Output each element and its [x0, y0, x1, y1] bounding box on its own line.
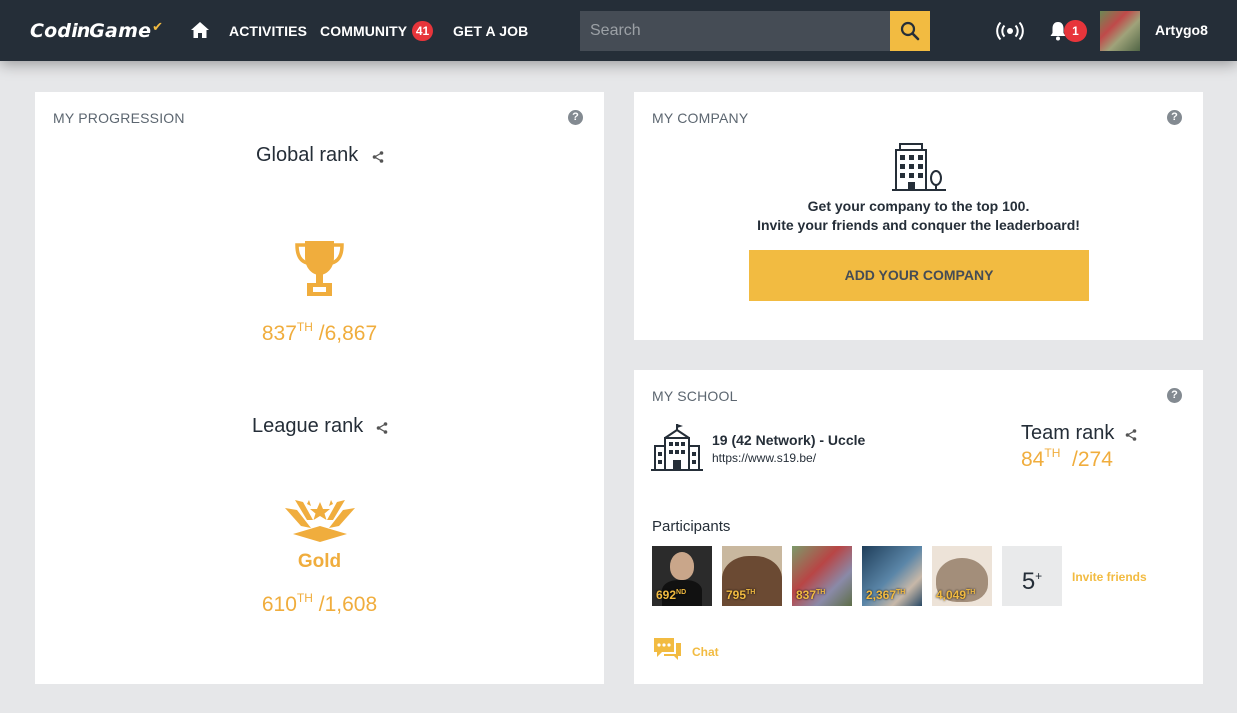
codingame-logo[interactable]: Cod in Game ✔	[30, 18, 163, 44]
add-company-button[interactable]: ADD YOUR COMPANY	[749, 250, 1089, 301]
team-rank-total: /274	[1072, 448, 1113, 471]
share-icon[interactable]	[376, 422, 388, 434]
logo-cod: Cod	[30, 20, 72, 42]
participant-rank: 4,049TH	[936, 588, 976, 602]
company-building-icon	[892, 143, 946, 191]
share-icon[interactable]	[1125, 429, 1137, 441]
search-button[interactable]	[890, 11, 930, 51]
more-count: 5	[1021, 568, 1036, 595]
team-rank-suffix: TH	[1044, 446, 1061, 460]
username[interactable]: Artygo8	[1155, 22, 1208, 38]
notifications-badge: 1	[1064, 20, 1087, 42]
nav-community[interactable]: COMMUNITY	[320, 22, 407, 40]
chat-link[interactable]: Chat	[692, 645, 719, 659]
global-rank-number: 837	[261, 322, 297, 345]
trophy-icon	[295, 241, 344, 296]
panel-title: MY COMPANY	[652, 110, 749, 126]
help-icon[interactable]: ?	[568, 110, 583, 125]
team-rank-value: 84TH /274	[1021, 446, 1113, 472]
logo-mark-icon: ✔	[152, 19, 164, 35]
panel-title: MY SCHOOL	[652, 388, 738, 404]
nav-activities[interactable]: ACTIVITIES	[229, 22, 307, 40]
more-plus: +	[1035, 569, 1043, 583]
team-rank-title: Team rank	[1021, 422, 1115, 444]
school-url-link[interactable]: https://www.s19.be/	[712, 451, 816, 465]
participant-avatar[interactable]: 2,367TH	[862, 546, 922, 606]
chat-icon[interactable]	[652, 636, 683, 662]
progression-panel: MY PROGRESSION ? Global rank 837TH /6,86…	[35, 92, 604, 684]
participant-avatar[interactable]: 837TH	[792, 546, 852, 606]
global-rank-total: /6,867	[318, 322, 378, 345]
more-participants-button[interactable]: 5+	[1002, 546, 1062, 606]
participant-avatar[interactable]: 4,049TH	[932, 546, 992, 606]
league-rank-value: 610TH /1,608	[35, 591, 604, 617]
logo-in: in	[71, 20, 90, 42]
participant-rank: 837TH	[796, 588, 826, 602]
help-icon[interactable]: ?	[1167, 388, 1182, 403]
league-rank-suffix: TH	[296, 591, 313, 605]
live-broadcast-icon[interactable]	[995, 20, 1025, 42]
search-input[interactable]	[580, 11, 890, 51]
participants-label: Participants	[652, 518, 731, 535]
league-rank-total: /1,608	[318, 593, 378, 616]
participant-rank: 692ND	[656, 588, 687, 602]
community-badge: 41	[412, 21, 433, 41]
logo-game: Game	[89, 20, 152, 42]
search-icon	[900, 21, 920, 41]
invite-friends-link[interactable]: Invite friends	[1072, 570, 1147, 584]
global-rank-suffix: TH	[296, 320, 313, 334]
participant-avatar[interactable]: 692ND	[652, 546, 712, 606]
help-icon[interactable]: ?	[1167, 110, 1182, 125]
company-text-1: Get your company to the top 100.	[807, 198, 1030, 214]
participant-avatar[interactable]: 795TH	[722, 546, 782, 606]
gold-league-icon	[285, 500, 355, 542]
panel-title: MY PROGRESSION	[53, 110, 185, 126]
league-rank-number: 610	[261, 593, 297, 616]
company-panel: MY COMPANY ? Get your company to the top…	[634, 92, 1203, 340]
participant-rank: 795TH	[726, 588, 756, 602]
company-text-2: Invite your friends and conquer the lead…	[757, 217, 1080, 233]
league-rank-title: League rank	[252, 415, 364, 437]
nav-get-a-job[interactable]: GET A JOB	[453, 22, 528, 40]
global-rank-value: 837TH /6,867	[35, 320, 604, 346]
avatar[interactable]	[1100, 11, 1140, 51]
global-rank-title: Global rank	[256, 144, 359, 166]
school-building-icon	[651, 424, 703, 471]
school-panel: MY SCHOOL ? 19 (42 Network) - Uccle http…	[634, 370, 1203, 684]
league-name: Gold	[297, 551, 342, 572]
share-icon[interactable]	[372, 151, 384, 163]
team-rank-number: 84	[1021, 448, 1045, 471]
home-icon[interactable]	[190, 20, 210, 40]
school-name: 19 (42 Network) - Uccle	[712, 432, 866, 448]
top-navbar: Cod in Game ✔ ACTIVITIES COMMUNITY 41 GET A…	[0, 0, 1237, 61]
participant-rank: 2,367TH	[866, 588, 906, 602]
